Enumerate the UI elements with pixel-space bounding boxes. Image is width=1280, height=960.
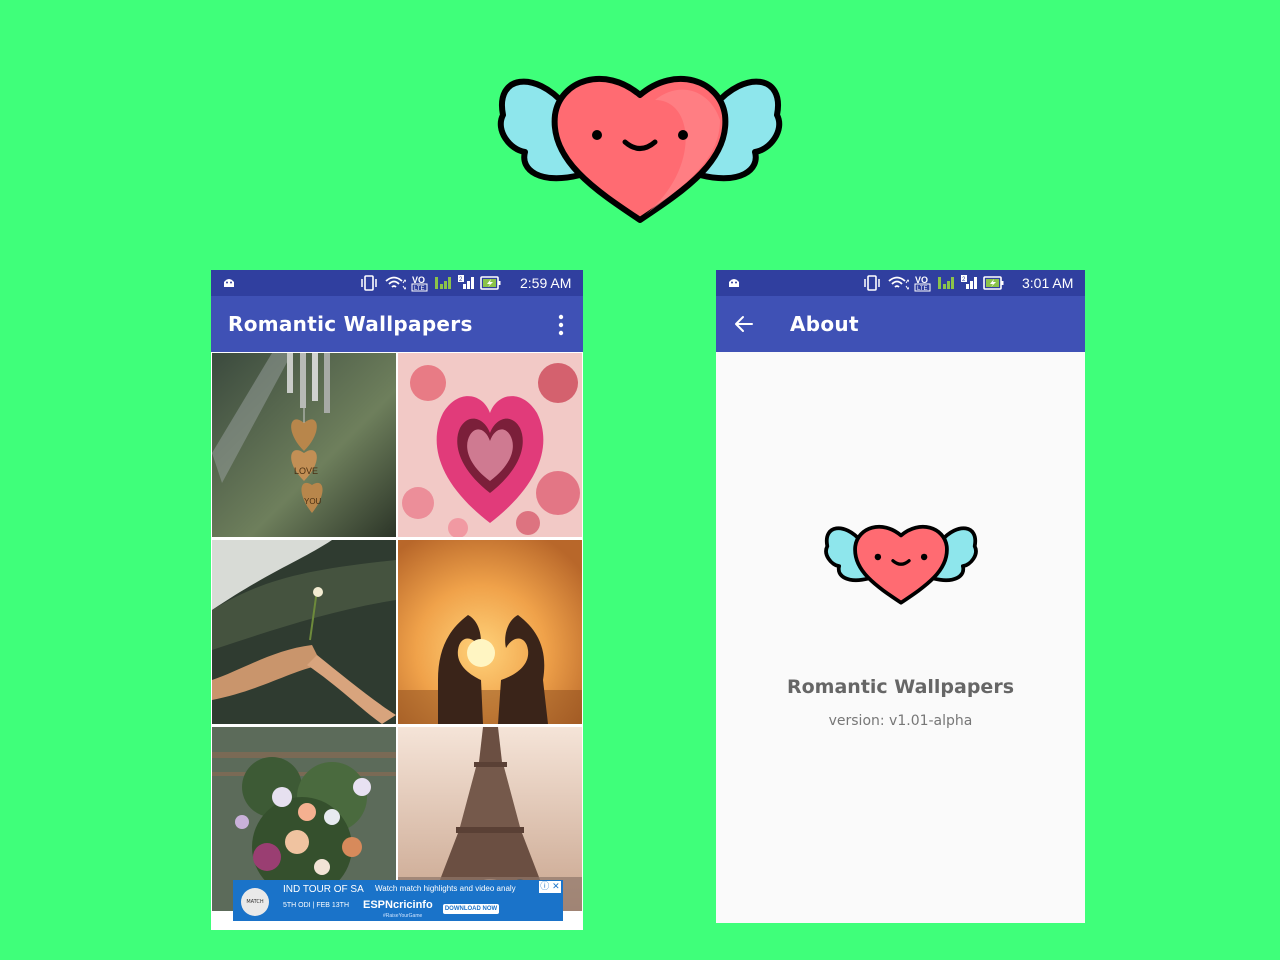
signal-sim2-icon: 2 bbox=[458, 275, 474, 289]
svg-text:YOU: YOU bbox=[304, 497, 322, 506]
battery-charging-icon bbox=[480, 276, 501, 290]
wifi-icon bbox=[888, 276, 909, 290]
status-bar: VO LTE 2 3:01 AM bbox=[716, 270, 1085, 296]
ad-brand: ESPNcricinfo bbox=[363, 899, 433, 911]
more-vert-icon[interactable] bbox=[553, 314, 569, 336]
ad-hashtag: #RaiseYourGame bbox=[383, 913, 423, 919]
wallpaper-tile-heart-hands-sunset[interactable] bbox=[398, 540, 582, 724]
ad-download-button[interactable]: DOWNLOAD NOW bbox=[443, 904, 499, 914]
app-name: Romantic Wallpapers bbox=[786, 676, 1015, 698]
app-bar: Romantic Wallpapers bbox=[211, 296, 583, 352]
arrow-back-icon[interactable] bbox=[732, 312, 756, 336]
volte-icon: VOLTE bbox=[411, 275, 428, 292]
svg-text:LTE: LTE bbox=[414, 286, 425, 292]
status-time: 3:01 AM bbox=[1022, 275, 1074, 291]
svg-text:LTE: LTE bbox=[917, 286, 928, 292]
status-bar: VO LTE 2 2:59 AM bbox=[211, 270, 583, 296]
wallpaper-tile-wind-chime[interactable]: LOVE YOU bbox=[212, 353, 396, 537]
signal-sim1-icon bbox=[435, 277, 451, 289]
ad-banner[interactable]: MATCH DAY IND TOUR OF SA 5TH ODI | FEB 1… bbox=[233, 880, 563, 921]
app-version: version: v1.01-alpha bbox=[828, 713, 973, 729]
wallpaper-tile-pink-heart[interactable] bbox=[398, 353, 582, 537]
wifi-icon bbox=[385, 276, 406, 290]
android-notification-icon bbox=[224, 279, 234, 287]
vibrate-icon bbox=[864, 275, 880, 291]
signal-sim2-icon: 2 bbox=[961, 275, 977, 289]
status-icons: VO LTE 2 bbox=[359, 274, 502, 292]
svg-text:LOVE: LOVE bbox=[294, 466, 318, 476]
android-notification-icon bbox=[729, 279, 739, 287]
vibrate-icon bbox=[361, 275, 377, 291]
volte-icon: VOLTE bbox=[914, 275, 931, 292]
status-time: 2:59 AM bbox=[520, 275, 572, 291]
ad-line2: 5TH ODI | FEB 13TH bbox=[283, 902, 349, 909]
wallpaper-tile-hands-flower[interactable] bbox=[212, 540, 396, 724]
about-screen: VO LTE 2 3:01 AM About Romantic Wallpaper… bbox=[716, 270, 1085, 923]
status-icons: VO LTE 2 bbox=[862, 274, 1005, 292]
ad-headline: Watch match highlights and video analy bbox=[375, 884, 516, 893]
app-bar: About bbox=[716, 296, 1085, 352]
page-title: Romantic Wallpapers bbox=[228, 312, 473, 336]
signal-sim1-icon bbox=[938, 277, 954, 289]
battery-charging-icon bbox=[983, 276, 1004, 290]
winged-heart-icon bbox=[824, 524, 978, 605]
main-screen: VO LTE 2 2:59 AM Romantic Wallpapers LOVE bbox=[211, 270, 583, 930]
page-title: About bbox=[790, 312, 859, 336]
ad-line1: IND TOUR OF SA bbox=[283, 884, 364, 895]
ad-badge: MATCH DAY bbox=[241, 888, 269, 916]
ad-close-icon[interactable]: ⓘ ✕ bbox=[539, 881, 561, 893]
hero-winged-heart-logo bbox=[497, 76, 783, 223]
